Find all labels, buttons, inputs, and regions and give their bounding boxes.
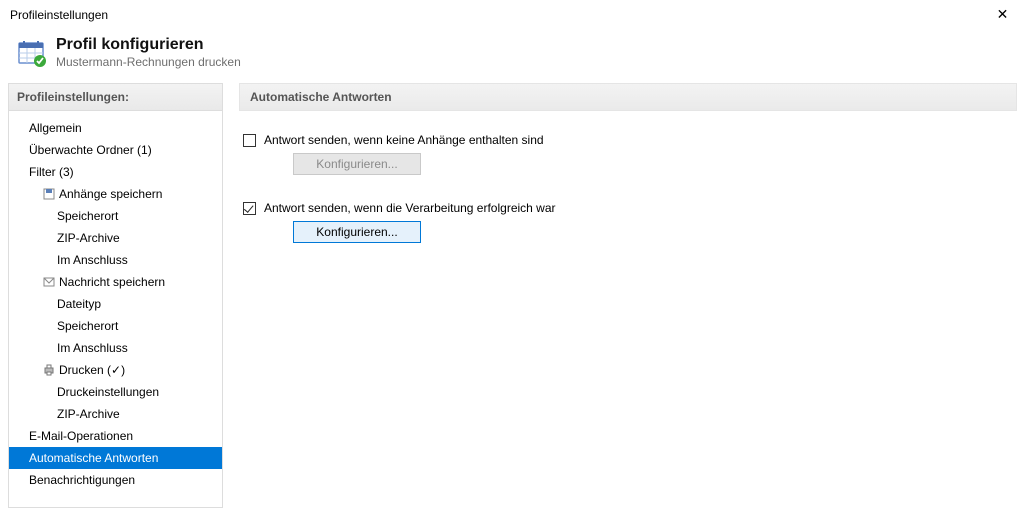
button-label: Konfigurieren... xyxy=(316,225,397,239)
checkbox-no-attachments[interactable] xyxy=(243,134,256,147)
configure-no-attachments-button: Konfigurieren... xyxy=(293,153,421,175)
option-label: Antwort senden, wenn die Verarbeitung er… xyxy=(264,201,556,215)
sidebar-item-label: Nachricht speichern xyxy=(59,274,165,290)
main-panel: Automatische Antworten Antwort senden, w… xyxy=(239,83,1017,508)
close-button[interactable]: ✕ xyxy=(980,0,1025,30)
sidebar-item-druckeinstellungen[interactable]: Druckeinstellungen xyxy=(9,381,222,403)
sidebar-item-anhaenge-speichern[interactable]: Anhänge speichern xyxy=(9,183,222,205)
sidebar-section-title: Profileinstellungen: xyxy=(9,84,222,111)
sidebar-item-label: Filter (3) xyxy=(29,164,74,180)
sidebar-item-label: ZIP-Archive xyxy=(57,230,120,246)
sidebar-item-ueberwachte-ordner[interactable]: Überwachte Ordner (1) xyxy=(9,139,222,161)
sidebar-item-label: Druckeinstellungen xyxy=(57,384,159,400)
sidebar-item-nachricht-speichern[interactable]: Nachricht speichern xyxy=(9,271,222,293)
checkbox-success[interactable] xyxy=(243,202,256,215)
save-message-icon xyxy=(43,276,55,288)
main-section-title: Automatische Antworten xyxy=(239,83,1017,111)
sidebar-item-label: Benachrichtigungen xyxy=(29,472,135,488)
dialog-header: Profil konfigurieren Mustermann-Rechnung… xyxy=(0,30,1025,83)
sidebar-item-label: E-Mail-Operationen xyxy=(29,428,133,444)
sidebar-item-nachricht-im-anschluss[interactable]: Im Anschluss xyxy=(9,337,222,359)
sidebar-item-filter[interactable]: Filter (3) xyxy=(9,161,222,183)
sidebar-item-benachrichtigungen[interactable]: Benachrichtigungen xyxy=(9,469,222,491)
settings-sidebar: Profileinstellungen: Allgemein Überwacht… xyxy=(8,83,223,508)
option-no-attachments: Antwort senden, wenn keine Anhänge entha… xyxy=(243,133,1013,175)
title-bar: Profileinstellungen ✕ xyxy=(0,0,1025,30)
save-attachments-icon xyxy=(43,188,55,200)
sidebar-item-label: Allgemein xyxy=(29,120,82,136)
window-title: Profileinstellungen xyxy=(10,8,108,22)
option-label: Antwort senden, wenn keine Anhänge entha… xyxy=(264,133,544,147)
button-label: Konfigurieren... xyxy=(316,157,397,171)
main-content: Antwort senden, wenn keine Anhänge entha… xyxy=(239,111,1017,273)
sidebar-item-label: Drucken (✓) xyxy=(59,362,125,378)
close-icon: ✕ xyxy=(997,6,1009,23)
sidebar-item-drucken[interactable]: Drucken (✓) xyxy=(9,359,222,381)
sidebar-item-label: Speicherort xyxy=(57,208,118,224)
header-text: Profil konfigurieren Mustermann-Rechnung… xyxy=(56,36,241,69)
sidebar-item-label: Überwachte Ordner (1) xyxy=(29,142,152,158)
sidebar-item-nachricht-dateityp[interactable]: Dateityp xyxy=(9,293,222,315)
sidebar-item-label: Speicherort xyxy=(57,318,118,334)
profile-calendar-icon xyxy=(18,39,46,67)
sidebar-item-label: ZIP-Archive xyxy=(57,406,120,422)
configure-success-button[interactable]: Konfigurieren... xyxy=(293,221,421,243)
sidebar-item-drucken-zip[interactable]: ZIP-Archive xyxy=(9,403,222,425)
header-subtitle: Mustermann-Rechnungen drucken xyxy=(56,55,241,69)
sidebar-item-label: Im Anschluss xyxy=(57,340,128,356)
sidebar-item-nachricht-speicherort[interactable]: Speicherort xyxy=(9,315,222,337)
printer-icon xyxy=(43,364,55,376)
sidebar-item-anhaenge-im-anschluss[interactable]: Im Anschluss xyxy=(9,249,222,271)
sidebar-item-label: Automatische Antworten xyxy=(29,450,158,466)
sidebar-item-anhaenge-speicherort[interactable]: Speicherort xyxy=(9,205,222,227)
sidebar-item-label: Anhänge speichern xyxy=(59,186,162,202)
header-title: Profil konfigurieren xyxy=(56,36,241,54)
option-success: Antwort senden, wenn die Verarbeitung er… xyxy=(243,201,1013,243)
sidebar-item-automatische-antworten[interactable]: Automatische Antworten xyxy=(9,447,222,469)
dialog-body: Profileinstellungen: Allgemein Überwacht… xyxy=(0,83,1025,508)
sidebar-item-label: Im Anschluss xyxy=(57,252,128,268)
settings-tree: Allgemein Überwachte Ordner (1) Filter (… xyxy=(9,111,222,507)
sidebar-item-email-operationen[interactable]: E-Mail-Operationen xyxy=(9,425,222,447)
sidebar-item-label: Dateityp xyxy=(57,296,101,312)
sidebar-item-allgemein[interactable]: Allgemein xyxy=(9,117,222,139)
sidebar-item-anhaenge-zip[interactable]: ZIP-Archive xyxy=(9,227,222,249)
